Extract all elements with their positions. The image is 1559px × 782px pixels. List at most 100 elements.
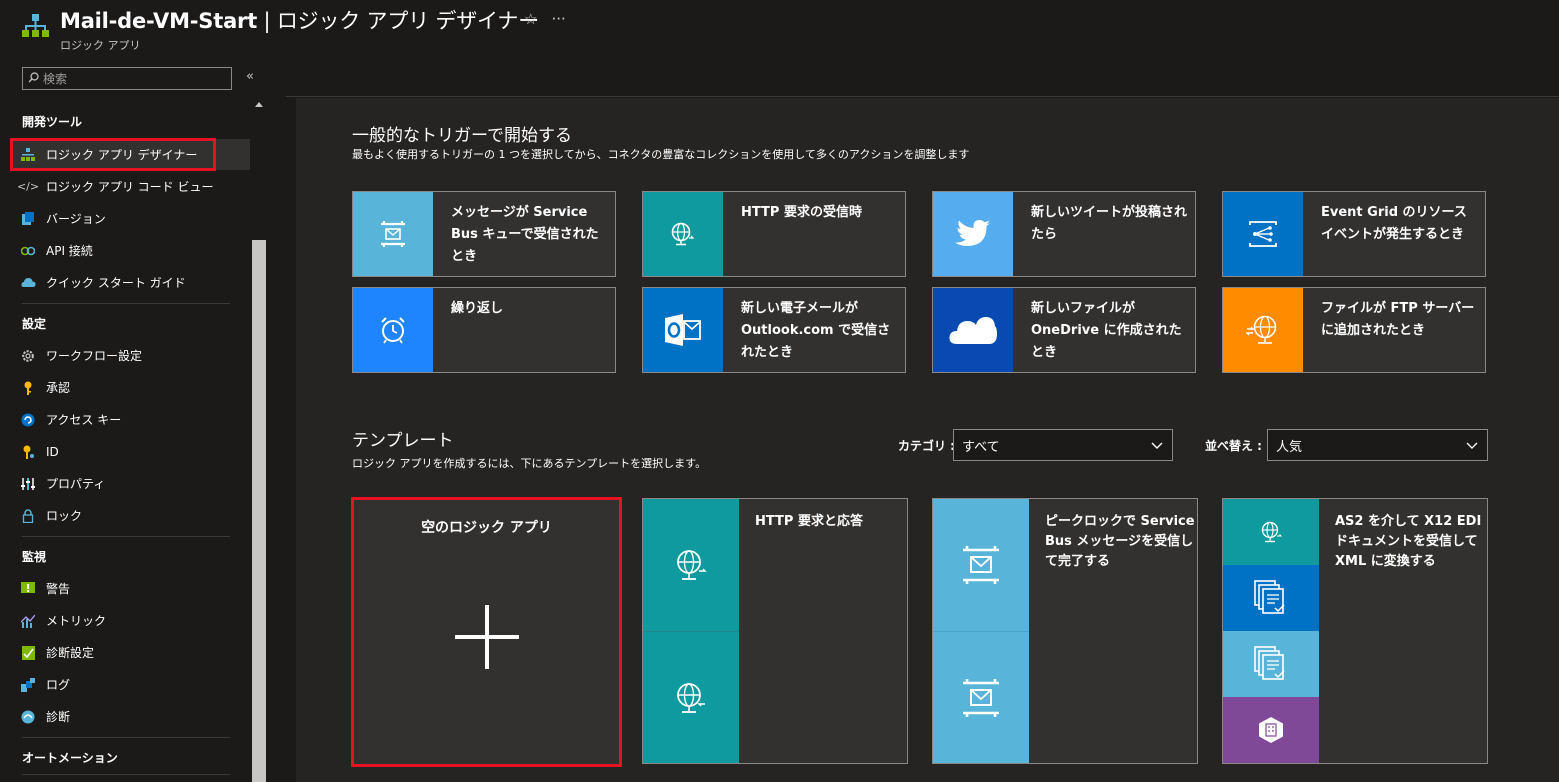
sidebar-item-logs[interactable]: ログ (12, 669, 250, 700)
sidebar-item-diagnose[interactable]: 診断 (12, 701, 250, 732)
sidebar-item-label: アクセス キー (46, 413, 122, 427)
category-label: カテゴリ : (898, 439, 955, 453)
designer-highlight-box (10, 138, 216, 171)
trigger-card-http[interactable]: HTTP 要求の受信時 (642, 191, 906, 277)
sidebar-item-label: 診断 (46, 710, 71, 724)
category-dropdown[interactable]: すべて (953, 429, 1173, 461)
sidebar-item-quickstart[interactable]: クイック スタート ガイド (12, 267, 250, 298)
sidebar-item-authorization[interactable]: 承認 (12, 372, 250, 403)
section-divider (22, 303, 230, 304)
servicebus-receive-icon (933, 499, 1029, 631)
title-actions: ☆ ··· (524, 10, 580, 28)
sidebar-item-label: ロック (46, 509, 83, 523)
servicebus-queue-icon (353, 192, 433, 276)
as2-globe-icon (1223, 499, 1319, 565)
xml-transform-icon (1223, 697, 1319, 763)
sidebar-item-label: ID (46, 444, 59, 459)
sidebar-item-api-connections[interactable]: API 接続 (12, 235, 250, 266)
sidebar-item-label: ログ (46, 678, 71, 692)
key-icon (20, 380, 36, 396)
edi-documents-icon (1223, 631, 1319, 697)
sidebar-item-label: ロジック アプリ コード ビュー (46, 180, 214, 194)
template-label: 空のロジック アプリ (421, 520, 552, 536)
sort-dropdown[interactable]: 人気 (1267, 429, 1488, 461)
lock-icon (20, 508, 36, 524)
section-monitoring: 監視 (22, 550, 47, 564)
sort-label: 並べ替え : (1205, 439, 1262, 453)
sidebar-item-versions[interactable]: バージョン (12, 203, 250, 234)
section-settings: 設定 (22, 317, 47, 331)
diagnose-icon (20, 709, 36, 725)
favorite-star-icon[interactable]: ☆ (524, 10, 537, 28)
search-icon (28, 71, 39, 86)
section-divider (22, 536, 230, 537)
gear-icon (20, 348, 36, 364)
trigger-card-label: Event Grid のリソース イベントが発生するとき (1321, 205, 1467, 242)
x12-documents-icon (1223, 565, 1319, 631)
trigger-card-label: ファイルが FTP サーバーに追加されたとき (1321, 301, 1475, 338)
trigger-card-servicebus[interactable]: メッセージが Service Bus キューで受信されたとき (352, 191, 616, 277)
api-connection-icon (20, 243, 36, 259)
diagnostic-settings-icon (20, 645, 36, 661)
more-options-icon[interactable]: ··· (551, 10, 565, 28)
section-divider (22, 737, 230, 738)
sidebar-item-workflow-settings[interactable]: ワークフロー設定 (12, 340, 250, 371)
trigger-card-outlook[interactable]: 新しい電子メールが Outlook.com で受信されたとき (642, 287, 906, 373)
sidebar-item-label: プロパティ (46, 477, 106, 491)
templates-description: ロジック アプリを作成するには、下にあるテンプレートを選択します。 (352, 457, 707, 470)
servicebus-complete-icon (933, 631, 1029, 763)
http-globe-icon (643, 192, 723, 276)
refresh-key-icon (20, 412, 36, 428)
http-request-globe-icon (643, 499, 739, 631)
sidebar-item-properties[interactable]: プロパティ (12, 468, 250, 499)
page-title: Mail-de-VM-Start | ロジック アプリ デザイナー (60, 5, 539, 35)
sidebar-item-code-view[interactable]: </> ロジック アプリ コード ビュー (12, 171, 250, 202)
blank-logic-app-template[interactable]: 空のロジック アプリ (351, 497, 622, 767)
sidebar-item-label: 警告 (46, 582, 71, 596)
outlook-icon (643, 288, 723, 372)
alert-icon (20, 581, 36, 597)
sidebar-item-id[interactable]: ID (12, 436, 250, 467)
template-http-request-response[interactable]: HTTP 要求と応答 (642, 498, 908, 764)
ftp-globe-icon (1223, 288, 1303, 372)
cloud-icon (20, 275, 36, 291)
template-as2-x12-edi[interactable]: AS2 を介して X12 EDI ドキュメントを受信して XML に変換する (1222, 498, 1488, 764)
section-divider (22, 774, 230, 775)
sidebar-item-label: ワークフロー設定 (46, 349, 143, 363)
sidebar-item-metrics[interactable]: メトリック (12, 605, 250, 636)
collapse-sidebar-icon[interactable]: « (246, 69, 254, 84)
sidebar-item-label: バージョン (46, 212, 106, 226)
identity-key-icon (20, 444, 36, 460)
category-selected-value: すべて (962, 439, 1000, 455)
scroll-up-arrow-icon[interactable] (255, 102, 263, 107)
versions-icon (20, 211, 36, 227)
logic-app-icon (22, 14, 49, 37)
trigger-card-label: メッセージが Service Bus キューで受信されたとき (451, 205, 599, 264)
onedrive-cloud-icon (933, 288, 1013, 372)
sidebar-item-alerts[interactable]: 警告 (12, 573, 250, 604)
app-root: Mail-de-VM-Start | ロジック アプリ デザイナー ☆ ··· ロ… (0, 0, 1559, 782)
sidebar-item-diagnostic-settings[interactable]: 診断設定 (12, 637, 250, 668)
trigger-card-onedrive[interactable]: 新しいファイルが OneDrive に作成されたとき (932, 287, 1196, 373)
resource-type: ロジック アプリ (60, 39, 141, 52)
sort-selected-value: 人気 (1276, 439, 1303, 455)
chevron-down-icon (1151, 442, 1163, 449)
sidebar-item-label: API 接続 (46, 244, 93, 258)
sidebar-item-locks[interactable]: ロック (12, 500, 250, 531)
trigger-card-label: HTTP 要求の受信時 (741, 205, 862, 220)
main-top-divider (286, 96, 1559, 97)
sidebar-item-access-keys[interactable]: アクセス キー (12, 404, 250, 435)
trigger-card-ftp[interactable]: ファイルが FTP サーバーに追加されたとき (1222, 287, 1486, 373)
trigger-card-recurrence[interactable]: 繰り返し (352, 287, 616, 373)
trigger-card-label: 新しいファイルが OneDrive に作成されたとき (1031, 301, 1182, 360)
trigger-card-twitter[interactable]: 新しいツイートが投稿されたら (932, 191, 1196, 277)
blade-name: ロジック アプリ デザイナー (276, 9, 540, 33)
sidebar-scroll-thumb[interactable] (252, 240, 266, 782)
sidebar: 開発ツール ロジック アプリ デザイナー </> ロジック アプリ コード ビュ… (0, 98, 250, 782)
sidebar-item-label: メトリック (46, 614, 107, 628)
template-peek-lock-servicebus[interactable]: ピークロックで Service Bus メッセージを受信して完了する (932, 498, 1198, 764)
trigger-card-label: 新しいツイートが投稿されたら (1031, 205, 1188, 242)
trigger-card-eventgrid[interactable]: Event Grid のリソース イベントが発生するとき (1222, 191, 1486, 277)
search-input[interactable]: 検索 (22, 67, 232, 90)
http-response-globe-icon (643, 631, 739, 763)
